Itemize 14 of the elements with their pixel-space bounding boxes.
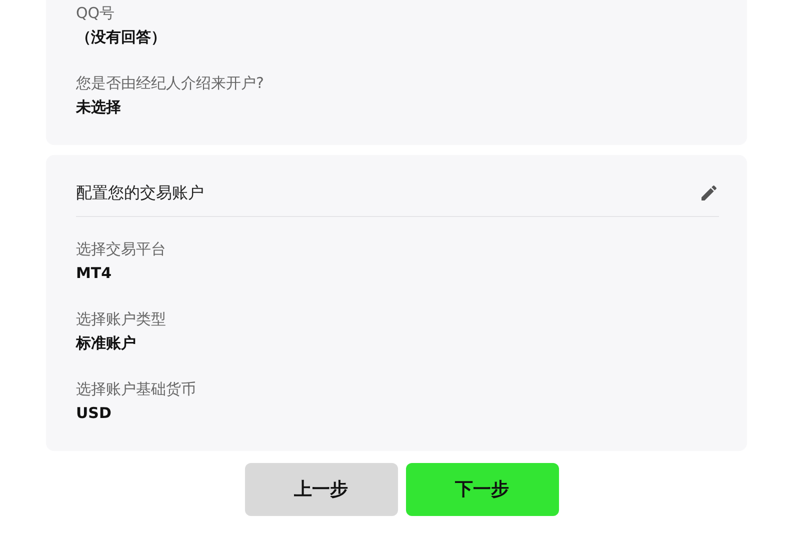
field-value: 未选择 xyxy=(76,97,121,118)
field-value: MT4 xyxy=(76,263,112,284)
edit-icon[interactable] xyxy=(699,182,719,202)
field-label: QQ号 xyxy=(76,3,115,24)
field-value: 标准账户 xyxy=(76,333,136,354)
field-label: 您是否由经纪人介绍来开户? xyxy=(76,73,264,94)
field-value: USD xyxy=(76,403,112,424)
section-title: 配置您的交易账户 xyxy=(76,182,204,204)
next-button[interactable]: 下一步 xyxy=(406,463,558,516)
field-label: 选择账户类型 xyxy=(76,309,166,330)
field-value: （没有回答） xyxy=(76,27,166,48)
field-label: 选择账户基础货币 xyxy=(76,379,196,400)
field-label: 选择交易平台 xyxy=(76,239,166,260)
back-button[interactable]: 上一步 xyxy=(244,463,398,516)
